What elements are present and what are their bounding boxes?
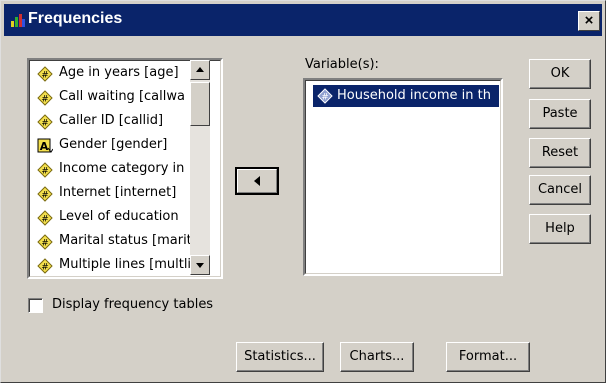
svg-text:#: # <box>41 191 49 201</box>
svg-text:#: # <box>41 119 49 129</box>
paste-button[interactable]: Paste <box>529 99 591 129</box>
list-item[interactable]: # Call waiting [callwa <box>37 86 197 110</box>
scale-variable-icon: # <box>317 88 333 104</box>
statistics-button[interactable]: Statistics... <box>236 342 324 372</box>
numeric-variable-icon: # <box>37 234 53 250</box>
svg-text:#: # <box>321 93 329 103</box>
format-button[interactable]: Format... <box>446 342 530 372</box>
string-variable-icon: A <box>37 138 53 153</box>
svg-text:#: # <box>41 71 49 81</box>
list-item[interactable]: # Caller ID [callid] <box>37 110 197 134</box>
svg-text:#: # <box>41 215 49 225</box>
display-frequency-tables-checkbox[interactable] <box>28 298 43 313</box>
frequencies-dialog: Frequencies × # Age in years [age] # Cal… <box>0 0 606 383</box>
list-item[interactable]: # Income category in <box>37 158 197 182</box>
reset-button[interactable]: Reset <box>529 138 591 168</box>
numeric-variable-icon: # <box>37 162 53 178</box>
list-item[interactable]: # Household income in th <box>313 85 499 107</box>
numeric-variable-icon: # <box>37 210 53 226</box>
scroll-up-button[interactable] <box>190 60 210 80</box>
list-item[interactable]: A Gender [gender] <box>37 134 197 158</box>
svg-text:#: # <box>41 95 49 105</box>
charts-button[interactable]: Charts... <box>340 342 414 372</box>
svg-text:A: A <box>40 140 49 153</box>
numeric-variable-icon: # <box>37 66 53 82</box>
list-item[interactable]: # Marital status [marit <box>37 230 197 254</box>
arrow-left-icon <box>254 176 260 186</box>
help-button[interactable]: Help <box>529 214 591 244</box>
move-variable-button[interactable] <box>235 167 279 195</box>
scrollbar-thumb[interactable] <box>190 82 210 126</box>
display-frequency-tables-label: Display frequency tables <box>52 297 214 312</box>
list-item[interactable]: # Internet [internet] <box>37 182 197 206</box>
svg-text:#: # <box>41 263 49 273</box>
svg-text:#: # <box>41 167 49 177</box>
list-item[interactable]: # Multiple lines [multli <box>37 254 197 277</box>
list-item[interactable]: # Age in years [age] <box>37 62 197 86</box>
numeric-variable-icon: # <box>37 258 53 274</box>
ok-button[interactable]: OK <box>529 59 591 89</box>
window-title: Frequencies <box>28 10 123 27</box>
scroll-down-button[interactable] <box>190 255 210 275</box>
title-bar[interactable]: Frequencies × <box>4 4 602 36</box>
selected-variables-list[interactable]: # Household income in th <box>303 78 503 276</box>
list-item[interactable]: # Level of education <box>37 206 197 230</box>
close-button[interactable]: × <box>578 11 600 31</box>
numeric-variable-icon: # <box>37 90 53 106</box>
variables-label: Variable(s): <box>305 57 379 72</box>
svg-text:#: # <box>41 239 49 249</box>
spss-app-icon <box>11 14 25 27</box>
cancel-button[interactable]: Cancel <box>529 175 591 205</box>
vertical-scrollbar[interactable] <box>190 60 210 275</box>
close-icon: × <box>584 12 594 29</box>
arrow-up-icon <box>196 67 204 72</box>
arrow-down-icon <box>196 263 204 268</box>
numeric-variable-icon: # <box>37 114 53 130</box>
numeric-variable-icon: # <box>37 186 53 202</box>
source-variable-list[interactable]: # Age in years [age] # Call waiting [cal… <box>27 58 223 279</box>
